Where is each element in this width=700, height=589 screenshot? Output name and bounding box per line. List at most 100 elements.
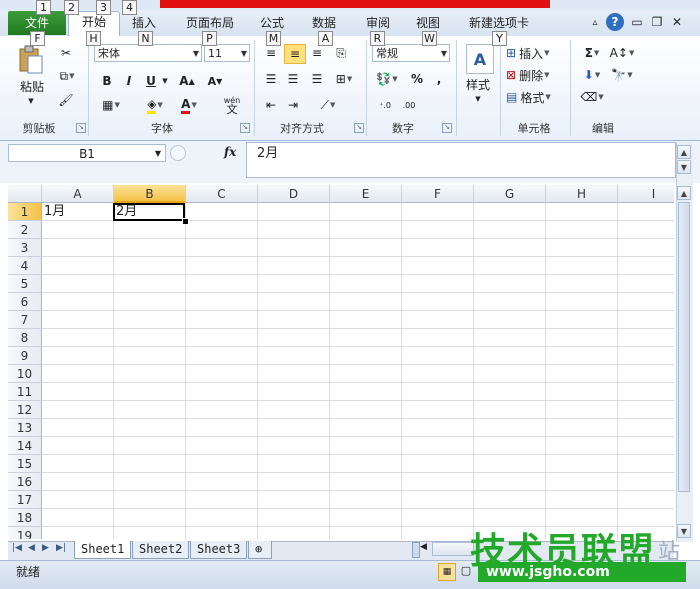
row-header-12[interactable]: 12 bbox=[8, 401, 42, 419]
font-launcher-icon[interactable]: ↘ bbox=[240, 123, 250, 133]
expand-formula-icon[interactable] bbox=[170, 145, 186, 161]
row-header-13[interactable]: 13 bbox=[8, 419, 42, 437]
tab-split-handle[interactable] bbox=[412, 542, 420, 558]
font-name-combo[interactable]: 宋体 ▼ bbox=[94, 44, 202, 62]
number-format-combo[interactable]: 常规 ▼ bbox=[372, 44, 450, 62]
decrease-indent-icon[interactable]: ⇤ bbox=[262, 96, 280, 114]
row-header-7[interactable]: 7 bbox=[8, 311, 42, 329]
minimize-icon[interactable]: ▭ bbox=[630, 14, 644, 30]
insert-function-button[interactable]: fx bbox=[224, 145, 236, 159]
align-left-icon[interactable]: ☰ bbox=[262, 70, 280, 88]
normal-view-icon[interactable]: ▦ bbox=[438, 563, 456, 581]
format-painter-icon[interactable]: 🖌 bbox=[58, 92, 74, 108]
new-sheet-icon[interactable]: ⊕ bbox=[248, 541, 272, 559]
column-header-b[interactable]: B bbox=[114, 185, 186, 203]
row-header-15[interactable]: 15 bbox=[8, 455, 42, 473]
paste-dropdown-icon[interactable]: ▼ bbox=[24, 96, 38, 106]
worksheet-grid[interactable]: ABCDEFGHI 1 2 3 4 5 6 7 8 9 10 11 12 13 14 15 16 17 18 19 … bbox=[8, 185, 674, 539]
bold-button[interactable]: B bbox=[98, 72, 116, 90]
scroll-down-icon[interactable]: ▼ bbox=[677, 160, 691, 174]
shrink-font-button[interactable]: A ▼ bbox=[204, 72, 226, 90]
row-header-19[interactable]: 19 bbox=[8, 527, 42, 539]
paste-button[interactable]: 粘贴 bbox=[12, 78, 52, 94]
copy-icon[interactable]: ⧉ ▼ bbox=[56, 68, 78, 84]
cell-a1[interactable]: 1月 bbox=[42, 203, 114, 221]
scroll-thumb[interactable] bbox=[678, 202, 690, 492]
align-center-icon[interactable]: ☰ bbox=[284, 70, 302, 88]
last-sheet-icon[interactable]: ▶| bbox=[56, 543, 66, 553]
align-top-icon[interactable]: ≡ bbox=[262, 44, 280, 62]
row-header-2[interactable]: 2 bbox=[8, 221, 42, 239]
column-header-g[interactable]: G bbox=[474, 185, 546, 203]
clear-icon[interactable]: ⌫ ▼ bbox=[578, 88, 606, 106]
orientation-icon[interactable]: ⟋ ▼ bbox=[314, 96, 342, 114]
row-header-8[interactable]: 8 bbox=[8, 329, 42, 347]
increase-decimal-icon[interactable]: ⁺.0 bbox=[374, 96, 396, 114]
sheet-tab-sheet3[interactable]: Sheet3 bbox=[190, 541, 248, 559]
italic-button[interactable]: I bbox=[120, 72, 138, 90]
column-header-d[interactable]: D bbox=[258, 185, 330, 203]
horizontal-scroll-thumb[interactable] bbox=[432, 542, 474, 556]
column-header-e[interactable]: E bbox=[330, 185, 402, 203]
wrap-text-icon[interactable]: ⎘ bbox=[330, 44, 352, 62]
paste-icon[interactable] bbox=[14, 44, 48, 76]
increase-indent-icon[interactable]: ⇥ bbox=[284, 96, 302, 114]
next-sheet-icon[interactable]: ▶ bbox=[42, 543, 49, 553]
grow-font-button[interactable]: A ▲ bbox=[176, 72, 198, 90]
alignment-launcher-icon[interactable]: ↘ bbox=[354, 123, 364, 133]
name-box[interactable]: B1 ▼ bbox=[8, 144, 166, 162]
column-header-h[interactable]: H bbox=[546, 185, 618, 203]
format-cells-button[interactable]: ▤ 格式 ▼ bbox=[506, 88, 566, 106]
help-icon[interactable]: ? bbox=[606, 13, 624, 31]
restore-icon[interactable]: ❐ bbox=[650, 14, 664, 30]
styles-icon[interactable]: A bbox=[466, 44, 494, 74]
underline-dropdown-icon[interactable]: ▼ bbox=[160, 74, 170, 88]
fill-color-icon[interactable]: ◈ ▼ bbox=[140, 96, 170, 114]
row-header-11[interactable]: 11 bbox=[8, 383, 42, 401]
sheet-tab-sheet2[interactable]: Sheet2 bbox=[132, 541, 190, 559]
number-launcher-icon[interactable]: ↘ bbox=[442, 123, 452, 133]
sort-filter-icon[interactable]: A↕ ▼ bbox=[608, 44, 636, 62]
find-select-icon[interactable]: 🔭 ▼ bbox=[608, 66, 636, 84]
row-header-5[interactable]: 5 bbox=[8, 275, 42, 293]
column-header-c[interactable]: C bbox=[186, 185, 258, 203]
font-size-combo[interactable]: 11 ▼ bbox=[204, 44, 250, 62]
merge-center-icon[interactable]: ⊞ ▼ bbox=[330, 70, 358, 88]
row-header-10[interactable]: 10 bbox=[8, 365, 42, 383]
fill-handle[interactable] bbox=[182, 218, 189, 225]
align-middle-icon[interactable]: ≡ bbox=[284, 44, 306, 64]
sheet-tab-sheet1[interactable]: Sheet1 bbox=[74, 541, 132, 559]
styles-dropdown-icon[interactable]: ▼ bbox=[472, 94, 484, 104]
scroll-up-icon[interactable]: ▲ bbox=[677, 186, 691, 200]
percent-button[interactable]: % bbox=[408, 70, 426, 88]
font-color-button[interactable]: A ▼ bbox=[174, 96, 204, 114]
row-header-17[interactable]: 17 bbox=[8, 491, 42, 509]
collapse-ribbon-icon[interactable]: ▵ bbox=[588, 14, 602, 30]
select-all-corner[interactable] bbox=[8, 185, 42, 203]
row-header-18[interactable]: 18 bbox=[8, 509, 42, 527]
first-sheet-icon[interactable]: |◀ bbox=[12, 543, 22, 553]
styles-button[interactable]: 样式 bbox=[460, 76, 496, 92]
clipboard-launcher-icon[interactable]: ↘ bbox=[76, 123, 86, 133]
column-header-a[interactable]: A bbox=[42, 185, 114, 203]
formula-input[interactable]: 2月 bbox=[246, 142, 676, 178]
underline-button[interactable]: U bbox=[142, 72, 160, 90]
row-header-14[interactable]: 14 bbox=[8, 437, 42, 455]
autosum-button[interactable]: Σ ▼ bbox=[578, 44, 606, 62]
comma-button[interactable]: , bbox=[432, 70, 446, 88]
row-header-3[interactable]: 3 bbox=[8, 239, 42, 257]
borders-icon[interactable]: ▦ ▼ bbox=[96, 96, 126, 114]
row-header-1[interactable]: 1 bbox=[8, 203, 42, 221]
row-header-6[interactable]: 6 bbox=[8, 293, 42, 311]
prev-sheet-icon[interactable]: ◀ bbox=[28, 543, 35, 553]
row-header-9[interactable]: 9 bbox=[8, 347, 42, 365]
cut-icon[interactable]: ✂ bbox=[58, 45, 74, 61]
align-right-icon[interactable]: ☰ bbox=[308, 70, 326, 88]
close-icon[interactable]: ✕ bbox=[670, 14, 684, 30]
scroll-left-icon[interactable]: ◀ bbox=[420, 542, 427, 552]
decrease-decimal-icon[interactable]: .00 bbox=[398, 96, 420, 114]
fill-icon[interactable]: ⬇ ▼ bbox=[578, 66, 606, 84]
insert-cells-button[interactable]: ⊞ 插入 ▼ bbox=[506, 44, 566, 62]
column-header-i[interactable]: I bbox=[618, 185, 674, 203]
scroll-up-icon[interactable]: ▲ bbox=[677, 145, 691, 159]
